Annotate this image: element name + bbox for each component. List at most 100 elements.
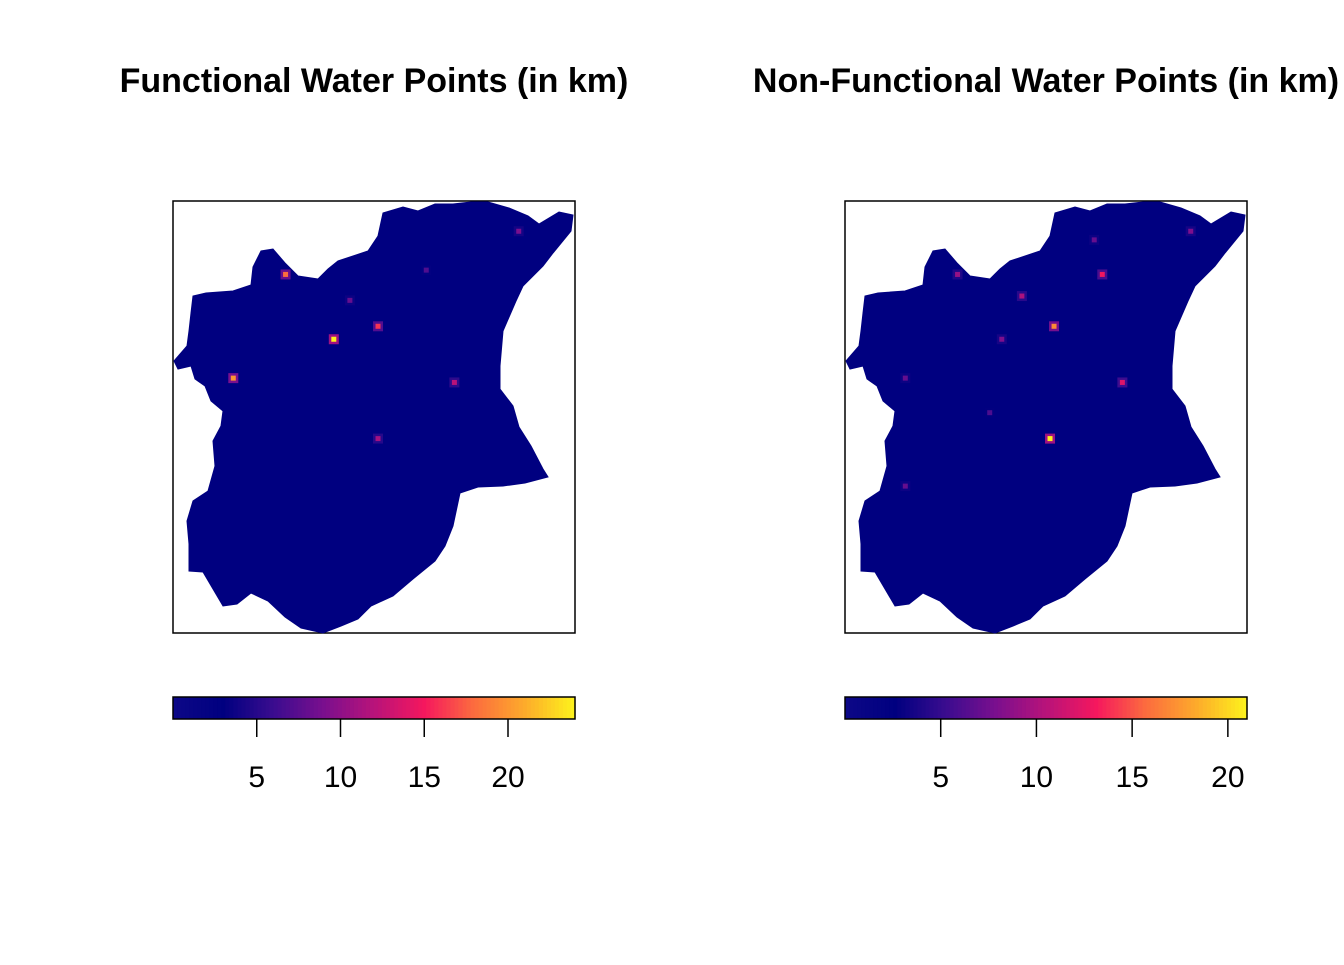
colorbar-swatch [877,697,882,719]
colorbar-swatch [534,697,540,719]
colorbar-swatch [997,697,1003,719]
hotspot-cell [955,271,961,277]
colorbar-swatch [1070,697,1075,719]
colorbar-swatch [1186,697,1192,719]
colorbar-swatch [949,697,955,719]
colorbar-swatch [426,697,431,719]
colorbar-swatch [353,697,359,719]
colorbar-swatch [853,697,858,719]
colorbar-swatch [462,697,468,719]
colorbar-swatch [357,697,363,719]
colorbar-swatch [961,697,967,719]
colorbar-swatch [490,697,496,719]
colorbar-swatch [1154,697,1160,719]
colorbar-swatch [1234,697,1240,719]
colorbar-swatch [941,697,947,719]
colorbar-swatch [538,697,544,719]
colorbar-swatch [989,697,995,719]
colorbar-swatch [229,697,234,719]
colorbar-swatch [889,697,894,719]
colorbar-swatch [1134,697,1140,719]
colorbar-swatch [378,697,383,719]
colorbar-swatch [1054,697,1059,719]
colorbar-tick-label: 10 [324,761,357,794]
colorbar-swatch [566,697,572,719]
hotspot-cell [999,336,1005,342]
colorbar-swatch [1190,697,1196,719]
colorbar-swatch [1122,697,1127,719]
colorbar-swatch [478,697,484,719]
colorbar-swatch [1001,697,1007,719]
colorbar-swatch [1182,697,1188,719]
colorbar-swatch [1174,697,1180,719]
colorbar-swatch [530,697,536,719]
colorbar-swatch [905,697,910,719]
colorbar-swatch [221,697,226,719]
colorbar-swatch [233,697,238,719]
colorbar-swatch [313,697,319,719]
colorbar-swatch [1009,697,1015,719]
colorbar-swatch [177,697,182,719]
hotspot-cell [902,375,908,381]
colorbar-swatch [285,697,291,719]
colorbar-swatch [1058,697,1063,719]
colorbar-swatch [510,697,516,719]
figure-canvas: Functional Water Points (in km) 5 10 15 20 … [120,62,1339,794]
colorbar-swatch [1198,697,1204,719]
colorbar-swatch [249,697,254,719]
colorbar-swatch [929,697,935,719]
colorbar-swatch [1066,697,1071,719]
colorbar-swatch [365,697,371,719]
colorbar-swatch [321,697,327,719]
colorbar-tick-label: 5 [248,761,265,794]
colorbar-swatch [985,697,991,719]
colorbar-swatch [981,697,987,719]
colorbar-swatch [1118,697,1123,719]
colorbar-swatch [977,697,983,719]
colorbar-swatch [554,697,560,719]
colorbar-swatch [993,697,999,719]
colorbar-swatch [1114,697,1119,719]
colorbar-swatch [261,697,267,719]
colorbar-swatch [945,697,951,719]
colorbar-swatch [494,697,500,719]
panel-title: Non-Functional Water Points (in km) [753,62,1339,100]
colorbar-swatch [1170,697,1176,719]
colorbar-swatch [542,697,548,719]
colorbar-swatch [422,697,427,719]
colorbar-swatch [1126,697,1132,719]
colorbar-swatch [1090,697,1095,719]
colorbar-swatch [213,697,218,719]
colorbar-swatch [1162,697,1168,719]
colorbar-swatch [1005,697,1011,719]
colorbar-swatch [237,697,242,719]
colorbar-swatch [450,697,455,719]
colorbar-swatch [217,697,222,719]
colorbar-swatch [325,697,331,719]
colorbar-swatch [1050,697,1055,719]
colorbar-swatch [969,697,975,719]
colorbar-swatch [386,697,391,719]
colorbar-swatch [502,697,508,719]
colorbar-swatch [526,697,532,719]
colorbar-swatch [486,697,492,719]
hotspot-cell [1188,228,1194,234]
colorbar-swatch [410,697,415,719]
colorbar-swatch [185,697,190,719]
hotspot-cell [1119,379,1125,385]
hotspot-cell [230,375,236,381]
colorbar-swatch [1206,697,1212,719]
colorbar-swatch [257,697,263,719]
colorbar-swatch [953,697,959,719]
colorbar-swatch [1017,697,1023,719]
colorbar-swatch [430,697,435,719]
colorbar-swatch [1041,697,1047,719]
colorbar-swatch [301,697,307,719]
colorbar-swatch [434,697,439,719]
hotspot-cell [516,228,522,234]
colorbar-swatch [225,697,230,719]
colorbar-swatch [1082,697,1087,719]
colorbar-swatch [209,697,214,719]
colorbar-swatch [1230,697,1236,719]
colorbar-swatch [329,697,335,719]
